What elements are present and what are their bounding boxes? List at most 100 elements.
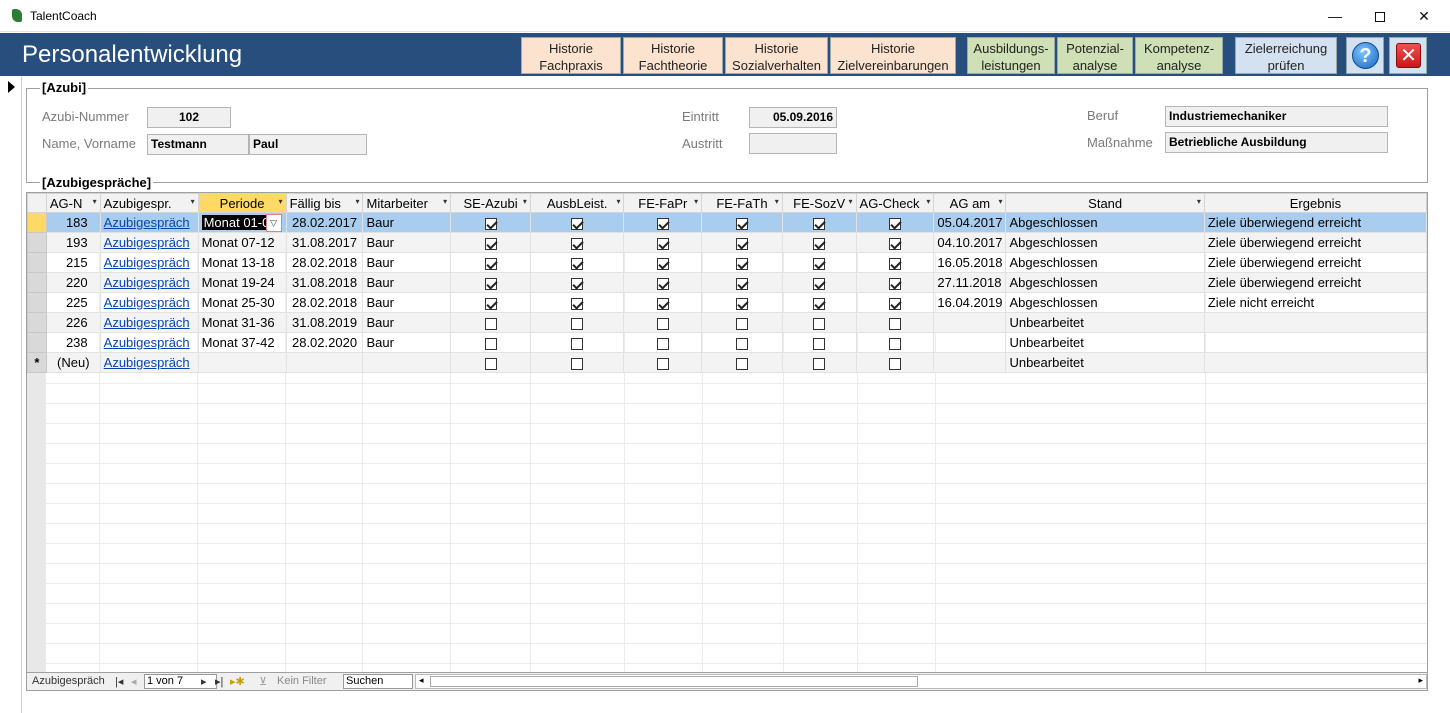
cell-azubigespraech[interactable]: Azubigespräch [99, 292, 199, 313]
cell-mitarbeiter[interactable]: Baur [362, 252, 452, 273]
minimize-button[interactable]: — [1312, 0, 1358, 32]
column-header-periode[interactable]: Periode ▾ [197, 193, 287, 213]
fe-fapr-checkbox[interactable] [656, 277, 669, 290]
column-header-fe-sozv[interactable]: FE-SozV ▾ [781, 193, 857, 213]
ag-check-checkbox[interactable] [888, 277, 901, 290]
azubi-nummer-field[interactable]: 102 [147, 107, 231, 128]
ausbleist-checkbox[interactable] [571, 337, 584, 350]
search-input[interactable]: Suchen [343, 674, 413, 689]
cell-stand[interactable]: Abgeschlossen [1005, 272, 1205, 293]
cell-ergebnis[interactable]: Ziele überwiegend erreicht [1203, 232, 1427, 253]
fe-fapr-checkbox[interactable] [656, 357, 669, 370]
se-azubi-checkbox[interactable] [484, 317, 497, 330]
cell-faellig-bis[interactable]: 31.08.2017 [285, 232, 364, 253]
table-row[interactable]: 225 Azubigespräch Monat 25-30 28.02.2018 Bau… [27, 292, 1427, 313]
column-header-ag-check[interactable]: AG-Check ▾ [855, 193, 935, 213]
cell-ag-am[interactable]: 16.05.2018 [933, 252, 1007, 273]
nachname-field[interactable]: Testmann [147, 134, 249, 155]
column-header-faellig-bis[interactable]: Fällig bis ▾ [285, 193, 364, 213]
azubigespraech-link[interactable]: Azubigespräch [104, 275, 190, 290]
last-record-button[interactable]: ▸| [215, 675, 223, 688]
historie-fachtheorie-button[interactable]: Historie Fachtheorie [623, 37, 723, 74]
fe-fath-checkbox[interactable] [735, 257, 748, 270]
cell-stand[interactable]: Abgeschlossen [1005, 252, 1205, 273]
cell-mitarbeiter[interactable]: Baur [362, 212, 452, 233]
cell-stand[interactable]: Abgeschlossen [1005, 212, 1205, 233]
cell-mitarbeiter[interactable]: Baur [362, 272, 452, 293]
fe-sozv-checkbox[interactable] [813, 317, 826, 330]
cell-ergebnis[interactable] [1203, 312, 1427, 333]
eintritt-field[interactable]: 05.09.2016 [749, 107, 837, 128]
window-close-button[interactable]: ✕ [1401, 0, 1447, 32]
cell-ag-am[interactable] [933, 352, 1007, 373]
azubigespraech-link[interactable]: Azubigespräch [104, 315, 190, 330]
ausbleist-checkbox[interactable] [571, 277, 584, 290]
fe-sozv-checkbox[interactable] [813, 217, 826, 230]
austritt-field[interactable] [749, 133, 837, 154]
azubigespraech-link[interactable]: Azubigespräch [104, 215, 190, 230]
fe-fath-checkbox[interactable] [735, 217, 748, 230]
row-selector[interactable] [27, 272, 47, 293]
column-header-ag-am[interactable]: AG am ▾ [933, 193, 1007, 213]
fe-fath-checkbox[interactable] [735, 277, 748, 290]
vorname-field[interactable]: Paul [249, 134, 367, 155]
cell-ag-nr[interactable]: 183 [45, 212, 101, 233]
cell-mitarbeiter[interactable]: Baur [362, 292, 452, 313]
cell-ergebnis[interactable]: Ziele überwiegend erreicht [1203, 252, 1427, 273]
fe-fath-checkbox[interactable] [735, 297, 748, 310]
ag-check-checkbox[interactable] [888, 357, 901, 370]
horizontal-scrollbar[interactable]: ◂ ▸ [415, 674, 1427, 689]
fe-fapr-checkbox[interactable] [656, 337, 669, 350]
potenzialanalyse-button[interactable]: Potenzial- analyse [1057, 37, 1133, 74]
fe-fath-checkbox[interactable] [735, 317, 748, 330]
se-azubi-checkbox[interactable] [484, 337, 497, 350]
cell-periode[interactable] [197, 352, 287, 373]
historie-sozialverhalten-button[interactable]: Historie Sozialverhalten [725, 37, 828, 74]
ag-check-checkbox[interactable] [888, 297, 901, 310]
fe-fapr-checkbox[interactable] [656, 257, 669, 270]
column-header-fe-fath[interactable]: FE-FaTh ▾ [701, 193, 783, 213]
cell-faellig-bis[interactable]: 28.02.2017 [285, 212, 364, 233]
cell-periode[interactable]: Monat 13-18 [197, 252, 287, 273]
cell-periode[interactable]: Monat 19-24 [197, 272, 287, 293]
fe-fapr-checkbox[interactable] [656, 297, 669, 310]
ag-check-checkbox[interactable] [888, 217, 901, 230]
help-button[interactable]: ? [1346, 37, 1384, 74]
row-selector[interactable] [27, 292, 47, 313]
cell-azubigespraech[interactable]: Azubigespräch [99, 232, 199, 253]
cell-azubigespraech[interactable]: Azubigespräch [99, 272, 199, 293]
cell-ergebnis[interactable]: Ziele überwiegend erreicht [1203, 212, 1427, 233]
maximize-button[interactable] [1357, 0, 1403, 32]
fe-fapr-checkbox[interactable] [656, 237, 669, 250]
azubigespraech-link[interactable]: Azubigespräch [104, 255, 190, 270]
cell-faellig-bis[interactable]: 28.02.2020 [285, 332, 364, 353]
column-header-ausbleist[interactable]: AusbLeist. ▾ [529, 193, 625, 213]
ag-check-checkbox[interactable] [888, 317, 901, 330]
ausbleist-checkbox[interactable] [571, 317, 584, 330]
fe-fapr-checkbox[interactable] [656, 317, 669, 330]
cell-mitarbeiter[interactable] [362, 352, 452, 373]
fe-sozv-checkbox[interactable] [813, 277, 826, 290]
cell-faellig-bis[interactable]: 31.08.2019 [285, 312, 364, 333]
ausbildungsleistungen-button[interactable]: Ausbildungs- leistungen [967, 37, 1055, 74]
historie-zielvereinbarungen-button[interactable]: Historie Zielvereinbarungen [830, 37, 956, 74]
zielerreichung-pruefen-button[interactable]: Zielerreichung prüfen [1235, 37, 1337, 74]
column-header-se-azubi[interactable]: SE-Azubi ▾ [450, 193, 531, 213]
ausbleist-checkbox[interactable] [571, 257, 584, 270]
column-header-mitarbeiter[interactable]: Mitarbeiter ▾ [362, 193, 452, 213]
cell-ag-nr[interactable]: 225 [45, 292, 101, 313]
cell-ag-am[interactable]: 04.10.2017 [933, 232, 1007, 253]
table-row[interactable]: 238 Azubigespräch Monat 37-42 28.02.2020 Bau… [27, 332, 1427, 353]
azubigespraech-link[interactable]: Azubigespräch [104, 235, 190, 250]
cell-periode[interactable]: Monat 07-12 [197, 232, 287, 253]
cell-azubigespraech[interactable]: Azubigespräch [99, 252, 199, 273]
form-close-button[interactable]: ✕ [1389, 37, 1427, 74]
column-header-fe-fapr[interactable]: FE-FaPr ▾ [623, 193, 703, 213]
first-record-button[interactable]: |◂ [115, 675, 123, 688]
row-selector[interactable] [27, 332, 47, 353]
cell-ag-am[interactable]: 05.04.2017 [933, 212, 1007, 233]
form-record-selector[interactable] [0, 77, 22, 713]
cell-periode[interactable]: Monat 01-06▽ [197, 212, 287, 233]
azubigespraech-link[interactable]: Azubigespräch [104, 355, 190, 370]
cell-stand[interactable]: Unbearbeitet [1005, 332, 1205, 353]
